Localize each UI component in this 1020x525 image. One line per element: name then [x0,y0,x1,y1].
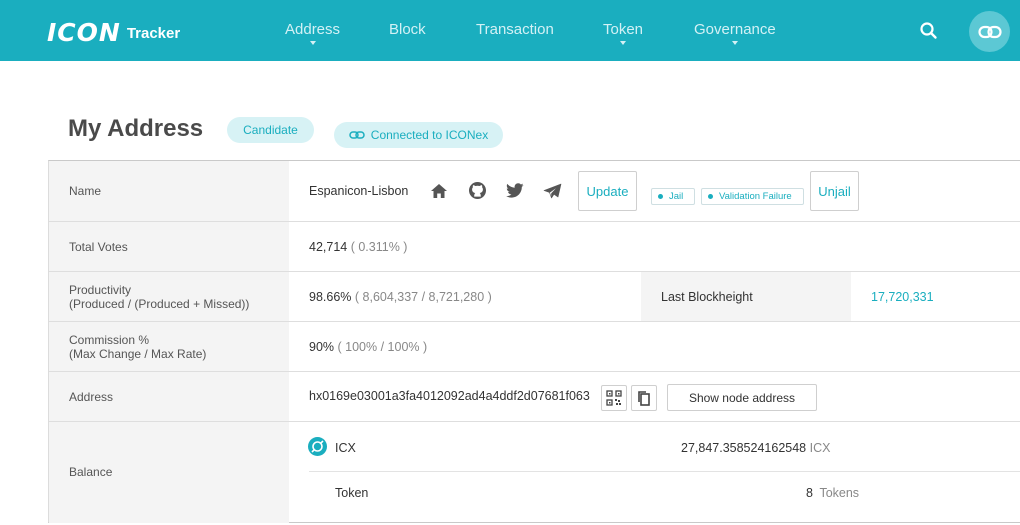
nav-block[interactable]: Block [389,21,426,38]
nav-governance-label: Governance [694,21,776,38]
update-button[interactable]: Update [578,171,637,211]
address-value: hx0169e03001a3fa4012092ad4a4ddf2d07681f0… [309,389,590,403]
wallet-connect-button[interactable] [969,11,1010,52]
status-dot-icon [658,194,663,199]
github-icon[interactable] [468,181,487,200]
token-count: 8 [806,486,813,500]
productivity-detail: ( 8,604,337 / 8,721,280 ) [354,290,492,304]
total-votes-row: Total Votes 42,714 ( 0.311% ) [49,222,1020,272]
nav-block-label: Block [389,21,426,38]
status-dot-icon [708,194,713,199]
icx-balance-unit: ICX [809,441,831,455]
search-icon[interactable] [918,20,940,42]
commission-label: Commission % [69,333,150,347]
jail-tag-label: Jail [669,191,684,202]
chevron-down-icon [309,41,316,45]
qr-code-button[interactable] [601,385,627,411]
nav-token-label: Token [603,21,644,38]
logo-main-text: ICON [47,18,121,47]
nav-transaction-label: Transaction [476,21,554,38]
token-balance[interactable]: 8 Tokens [806,486,859,500]
productivity-row: Productivity (Produced / (Produced + Mis… [49,272,1020,322]
icon-tracker-logo[interactable]: ICON Tracker [47,17,180,47]
total-votes-amount: 42,714 [309,240,348,254]
total-votes-label: Total Votes [69,240,128,254]
address-info-table: Name Espanicon-Lisbon Update Jail Valida… [48,160,1020,523]
balance-label: Balance [69,465,113,479]
token-unit: Tokens [819,486,860,500]
home-icon[interactable] [430,183,448,199]
icx-balance: 27,847.358524162548 ICX [681,441,830,455]
address-label: Address [69,390,114,404]
logo-sub-text: Tracker [126,25,181,42]
nav-governance[interactable]: Governance [694,21,776,45]
top-navbar: ICON Tracker Address Block Transaction T… [0,0,1020,61]
commission-value: 90% ( 100% / 100% ) [309,340,427,354]
commission-sublabel: (Max Change / Max Rate) [69,347,207,361]
candidate-badge: Candidate [227,117,314,143]
validation-failure-tag: Validation Failure [701,188,804,205]
productivity-percent: 98.66% [309,290,352,304]
icx-coin-icon [308,437,327,456]
balance-row: Balance ICX 27,847.358524162548 ICX Toke… [49,422,1020,523]
unjail-button[interactable]: Unjail [810,171,859,211]
copy-icon [638,391,650,406]
jail-tag: Jail [651,188,695,205]
total-votes-value: 42,714 ( 0.311% ) [309,240,407,254]
nav-address-label: Address [285,21,341,38]
copy-address-button[interactable] [631,385,657,411]
telegram-icon[interactable] [543,183,562,199]
twitter-icon[interactable] [506,183,524,198]
commission-percent: 90% [309,340,335,354]
icx-balance-amount: 27,847.358524162548 [681,441,807,455]
connected-badge: Connected to ICONex [334,122,503,148]
last-blockheight-link[interactable]: 17,720,331 [871,290,934,304]
balance-divider [309,471,1020,472]
preps-name: Espanicon-Lisbon [309,184,409,198]
name-row: Name Espanicon-Lisbon Update Jail Valida… [49,161,1020,222]
total-votes-percent: ( 0.311% ) [350,240,408,254]
qr-code-icon [606,390,622,406]
commission-detail: ( 100% / 100% ) [337,340,428,354]
last-blockheight-label: Last Blockheight [661,290,753,304]
chevron-down-icon [731,41,738,45]
link-icon [349,131,365,139]
validation-failure-tag-label: Validation Failure [719,191,792,202]
link-icon [977,25,1002,38]
nav-token[interactable]: Token [603,21,644,45]
page-title: My Address [68,115,204,142]
connected-badge-label: Connected to ICONex [370,128,489,142]
commission-row: Commission % (Max Change / Max Rate) 90%… [49,322,1020,372]
productivity-label: Productivity [69,283,132,297]
productivity-value: 98.66% ( 8,604,337 / 8,721,280 ) [309,290,492,304]
nav-transaction[interactable]: Transaction [476,21,554,38]
chevron-down-icon [620,41,627,45]
token-label[interactable]: Token [335,486,368,500]
icx-label: ICX [335,441,356,455]
productivity-sublabel: (Produced / (Produced + Missed)) [69,297,250,311]
name-label: Name [69,184,102,198]
address-row: Address hx0169e03001a3fa4012092ad4a4ddf2… [49,372,1020,422]
show-node-address-button[interactable]: Show node address [667,384,817,411]
nav-address[interactable]: Address [285,21,341,45]
